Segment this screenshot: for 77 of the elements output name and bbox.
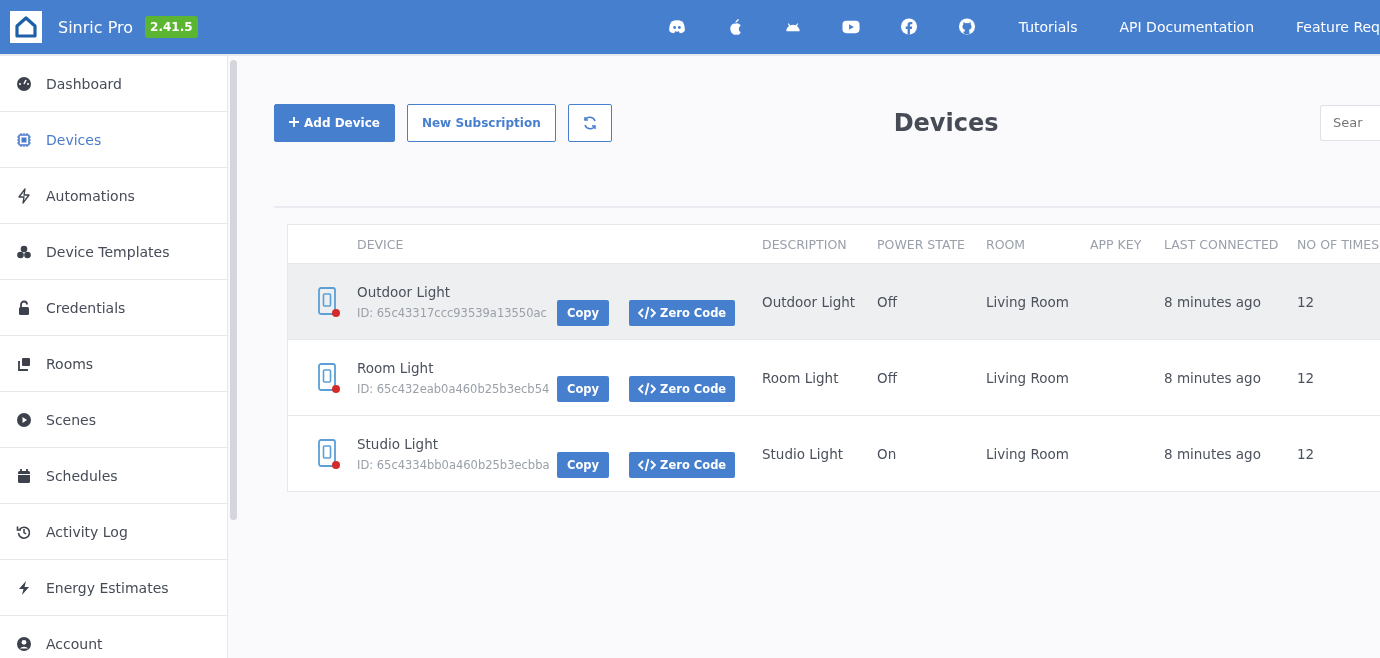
zero-code-button[interactable]: Zero Code — [629, 375, 736, 402]
sidebar-item[interactable]: Rooms — [0, 336, 227, 392]
sidebar-item[interactable]: Energy Estimates — [0, 560, 227, 616]
table-cell-text: 8 minutes ago — [1164, 293, 1262, 310]
column-header: POWER STATE — [877, 236, 966, 252]
table-cell-text: On — [877, 445, 898, 462]
scrollbar[interactable] — [230, 60, 237, 520]
device-name: Outdoor Light — [357, 283, 452, 300]
nav-link[interactable]: Tutorials — [1018, 19, 1078, 35]
chip-icon — [16, 131, 32, 148]
table-cell-text: Off — [877, 293, 899, 310]
logo-icon[interactable] — [10, 11, 42, 43]
sidebar-item[interactable]: Scenes — [0, 392, 227, 448]
column-header: APP KEY — [1090, 236, 1143, 252]
plus-icon — [289, 116, 299, 127]
table-cell-text: 12 — [1297, 293, 1316, 310]
sidebar-item[interactable]: Schedules — [0, 448, 227, 504]
table-cell-text: Living Room — [986, 369, 1070, 386]
copy-button[interactable]: Copy — [557, 375, 610, 402]
user-icon — [16, 635, 32, 652]
sidebar-item[interactable]: Activity Log — [0, 504, 227, 560]
version-badge: 2.41.5 — [145, 16, 198, 38]
squares-icon — [16, 355, 32, 372]
calendar-icon — [16, 467, 32, 484]
table-cell-text: 12 — [1297, 369, 1316, 386]
column-header: LAST CONNECTED — [1164, 236, 1280, 252]
lightning-icon — [16, 187, 32, 204]
play-icon — [16, 411, 32, 428]
table-cell-text: 8 minutes ago — [1164, 445, 1262, 462]
table-cell-text: Off — [877, 369, 899, 386]
code-icon — [638, 457, 657, 472]
device-id: ID: 65c432eab0a460b25b3ecb54 — [357, 381, 547, 396]
table-cell-text: Living Room — [986, 445, 1070, 462]
zero-code-button[interactable]: Zero Code — [629, 299, 736, 326]
page-title: Devices — [893, 108, 999, 137]
gauge-icon — [16, 75, 32, 92]
search-field[interactable]: Sear — [1320, 104, 1380, 141]
device-id: ID: 65c43317ccc93539a13550ac — [357, 305, 547, 320]
nav-link[interactable]: Feature Req — [1296, 19, 1380, 35]
code-icon — [638, 381, 657, 396]
cubes-icon — [16, 243, 32, 260]
table-cell-text: 12 — [1297, 445, 1316, 462]
sidebar-item[interactable]: Account — [0, 616, 227, 658]
sidebar-item[interactable]: Device Templates — [0, 224, 227, 280]
code-icon — [638, 305, 657, 320]
column-header: DEVICE — [357, 236, 405, 252]
github-icon[interactable] — [956, 18, 977, 36]
column-header: DESCRIPTION — [762, 236, 848, 252]
youtube-icon[interactable] — [840, 18, 861, 36]
device-id: ID: 65c4334bb0a460b25b3ecbba — [357, 457, 547, 472]
lock-icon — [16, 299, 32, 316]
new-subscription-button[interactable]: New Subscription — [406, 103, 556, 142]
copy-button[interactable]: Copy — [557, 451, 610, 478]
sidebar-item[interactable]: Automations — [0, 168, 227, 224]
table-cell-text: Studio Light — [762, 445, 844, 462]
column-header: ROOM — [986, 236, 1027, 252]
add-device-button[interactable]: Add Device — [274, 103, 395, 142]
sidebar-item[interactable]: Devices — [0, 112, 227, 168]
zero-code-button[interactable]: Zero Code — [629, 451, 736, 478]
facebook-icon[interactable] — [898, 18, 919, 36]
table-cell-text: Room Light — [762, 369, 840, 386]
column-header: NO OF TIMES — [1297, 236, 1380, 252]
table-cell-text: 8 minutes ago — [1164, 369, 1262, 386]
history-icon — [16, 523, 32, 540]
table-cell-text: Outdoor Light — [762, 293, 857, 310]
brand-name: Sinric Pro — [58, 17, 134, 37]
lightning-icon — [16, 579, 32, 596]
nav-link[interactable]: API Documentation — [1119, 19, 1255, 35]
refresh-icon — [581, 114, 598, 131]
sidebar-item[interactable]: Dashboard — [0, 56, 227, 112]
refresh-button[interactable] — [567, 103, 612, 142]
device-name: Studio Light — [357, 435, 439, 452]
copy-button[interactable]: Copy — [557, 299, 610, 326]
discord-icon[interactable] — [666, 18, 687, 36]
table-cell-text: Living Room — [986, 293, 1070, 310]
sidebar-item[interactable]: Credentials — [0, 280, 227, 336]
device-name: Room Light — [357, 359, 435, 376]
